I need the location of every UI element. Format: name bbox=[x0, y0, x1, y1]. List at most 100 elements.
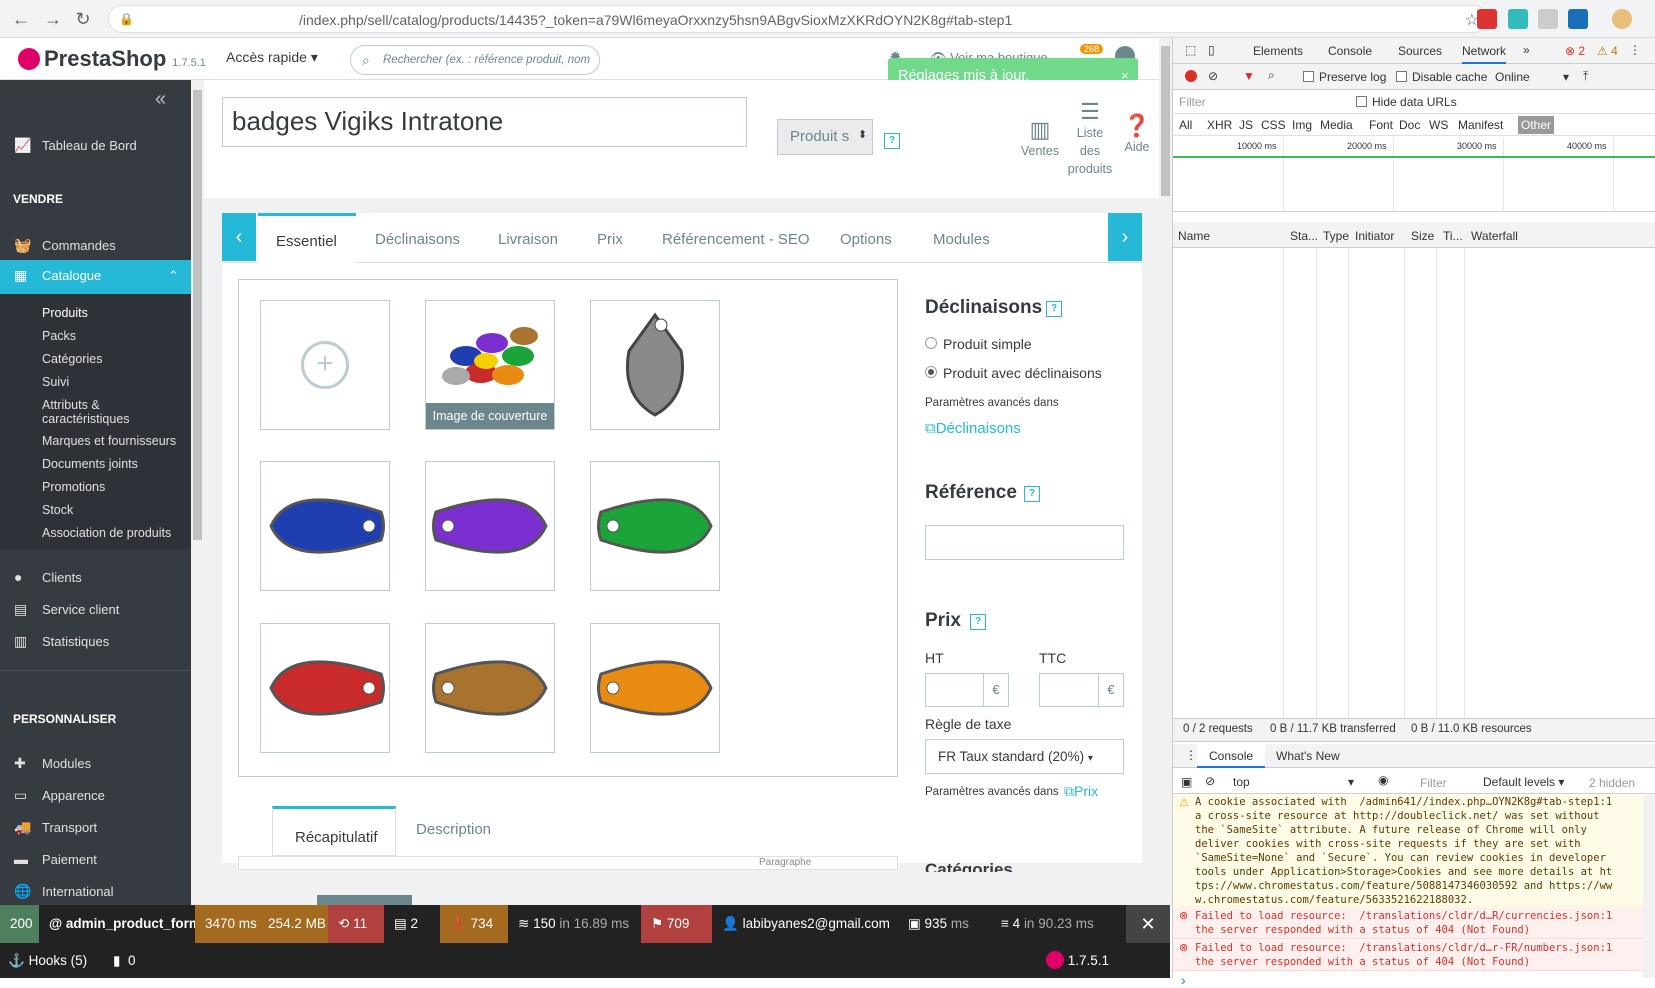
console-scrollbar[interactable] bbox=[1643, 795, 1655, 978]
drawer-menu-icon[interactable]: ⋮ bbox=[1185, 748, 1197, 762]
tabs-next-button[interactable]: › bbox=[1108, 213, 1142, 261]
clear-icon[interactable]: ⊘ bbox=[1208, 69, 1218, 83]
status-code[interactable]: 200 bbox=[0, 905, 39, 943]
add-image-button[interactable]: + bbox=[260, 300, 390, 430]
forms-panel[interactable]: ▤ 2 bbox=[384, 905, 440, 943]
clear-console-icon[interactable]: ⊘ bbox=[1205, 774, 1215, 788]
sidebar-item-orders[interactable]: 🧺 Commandes bbox=[0, 230, 191, 262]
sidebar-subitem-tracking[interactable]: Suivi bbox=[42, 375, 192, 389]
sidebar-item-modules[interactable]: ✚ Modules bbox=[0, 748, 191, 780]
symfony-panel[interactable]: ⟲ 11 bbox=[328, 905, 384, 943]
sidebar-subitem-files[interactable]: Documents joints bbox=[42, 457, 192, 471]
price-link[interactable]: ⧉Prix bbox=[1064, 783, 1098, 800]
tab-combinations[interactable]: Déclinaisons bbox=[375, 231, 460, 248]
console-filter-input[interactable]: Filter bbox=[1420, 776, 1447, 790]
hide-data-urls-checkbox[interactable] bbox=[1356, 96, 1367, 107]
more-tabs-icon[interactable]: » bbox=[1523, 43, 1530, 57]
sidebar-item-transport[interactable]: 🚚 Transport bbox=[0, 812, 191, 844]
filter-icon[interactable]: ▼ bbox=[1243, 69, 1255, 83]
type-filter-js[interactable]: JS bbox=[1239, 118, 1253, 132]
product-image[interactable] bbox=[590, 300, 720, 430]
close-toolbar-icon[interactable]: ✕ bbox=[1126, 905, 1170, 943]
price-ttc-input[interactable]: € bbox=[1039, 673, 1124, 707]
tab-description[interactable]: Description bbox=[416, 821, 491, 838]
sidebar-subitem-categories[interactable]: Catégories bbox=[42, 352, 192, 366]
forward-icon[interactable]: → bbox=[42, 8, 64, 30]
sidebar-subitem-brands[interactable]: Marques et fournisseurs bbox=[42, 434, 192, 448]
sidebar-item-catalog[interactable]: ▦ Catalogue ⌃ bbox=[0, 260, 191, 294]
reload-icon[interactable]: ↻ bbox=[72, 8, 94, 30]
product-image[interactable] bbox=[590, 623, 720, 753]
settings-icon[interactable]: ⋮ bbox=[1629, 43, 1641, 57]
column-waterfall[interactable]: Waterfall bbox=[1471, 229, 1518, 243]
devtools-tab-console[interactable]: Console bbox=[1328, 44, 1372, 58]
drawer-tab-console[interactable]: Console bbox=[1197, 744, 1266, 768]
editor-toolbar[interactable]: Paragraphe bbox=[238, 856, 898, 870]
devtools-tab-sources[interactable]: Sources bbox=[1398, 44, 1442, 58]
sidebar-subitem-products[interactable]: Produits bbox=[42, 306, 192, 320]
profile-avatar[interactable] bbox=[1612, 9, 1632, 29]
eye-icon[interactable]: ◉ bbox=[1378, 773, 1388, 787]
user-panel[interactable]: 👤 labibyanes2@gmail.com bbox=[712, 905, 898, 943]
main-scrollbar[interactable] bbox=[1159, 38, 1172, 905]
sidebar-scrollbar[interactable] bbox=[191, 80, 204, 905]
doctrine-panel[interactable]: ≋ 150 in 16.89 ms bbox=[508, 905, 641, 943]
tax-rule-select[interactable]: FR Taux standard (20%) ▾ bbox=[925, 739, 1124, 774]
type-filter-doc[interactable]: Doc bbox=[1399, 118, 1420, 132]
combinations-link[interactable]: ⧉Déclinaisons bbox=[925, 420, 1021, 437]
sidebar-subitem-association[interactable]: Association de produits bbox=[42, 526, 192, 540]
sidebar-item-appearance[interactable]: ▭ Apparence bbox=[0, 780, 191, 812]
help-icon[interactable]: ? bbox=[1046, 301, 1062, 317]
column-name[interactable]: Name bbox=[1178, 229, 1210, 243]
help-icon[interactable]: ? bbox=[884, 133, 900, 149]
product-image[interactable] bbox=[260, 623, 390, 753]
address-bar[interactable]: 🔒 /index.php/sell/catalog/products/14435… bbox=[108, 5, 1488, 33]
console-prompt[interactable]: › bbox=[1181, 972, 1186, 988]
disable-cache-checkbox[interactable] bbox=[1396, 71, 1407, 82]
sales-button[interactable]: ▥ Ventes bbox=[1013, 118, 1067, 160]
devtools-tab-elements[interactable]: Elements bbox=[1253, 44, 1303, 58]
record-icon[interactable] bbox=[1185, 70, 1197, 82]
tab-pricing[interactable]: Prix bbox=[597, 231, 623, 248]
performance-panel[interactable]: 3470 ms 254.2 MB bbox=[195, 905, 328, 943]
search-input[interactable]: ⌕ Rechercher (ex. : référence produit, no… bbox=[350, 45, 600, 75]
product-image[interactable] bbox=[260, 461, 390, 591]
quick-access-dropdown[interactable]: Accès rapide ▾ bbox=[226, 49, 318, 66]
product-image[interactable] bbox=[590, 461, 720, 591]
back-icon[interactable]: ← bbox=[10, 8, 32, 30]
twig-panel[interactable]: ▣ 935 ms bbox=[898, 905, 991, 943]
exceptions-panel[interactable]: ⚑ 709 bbox=[641, 905, 712, 943]
product-type-select[interactable]: Produit s ⬍ bbox=[777, 119, 873, 155]
column-initiator[interactable]: Initiator bbox=[1355, 229, 1394, 243]
warning-count[interactable]: ⚠ 4 bbox=[1597, 44, 1618, 58]
type-filter-all[interactable]: All bbox=[1179, 118, 1192, 132]
type-filter-manifest[interactable]: Manifest bbox=[1458, 118, 1503, 132]
devtools-tab-network[interactable]: Network bbox=[1462, 38, 1507, 64]
inspect-icon[interactable]: ⬚ bbox=[1185, 43, 1196, 57]
type-filter-ws[interactable]: WS bbox=[1429, 118, 1448, 132]
type-filter-other[interactable]: Other bbox=[1518, 116, 1555, 134]
extension-icon[interactable] bbox=[1538, 9, 1558, 29]
error-count[interactable]: ⊗ 2 bbox=[1565, 44, 1585, 58]
tab-summary[interactable]: Récapitulatif bbox=[272, 806, 396, 856]
sidebar-item-service[interactable]: ▤ Service client bbox=[0, 594, 191, 626]
reference-input[interactable] bbox=[925, 525, 1124, 560]
tabs-prev-button[interactable]: ‹ bbox=[222, 213, 256, 261]
sidebar-item-customers[interactable]: ● Clients bbox=[0, 562, 191, 594]
sidebar-toggle-icon[interactable]: ▣ bbox=[1181, 775, 1192, 789]
type-filter-img[interactable]: Img bbox=[1292, 118, 1312, 132]
extension-icon[interactable] bbox=[1477, 9, 1497, 29]
simple-product-radio[interactable] bbox=[925, 337, 937, 349]
sidebar-subitem-stock[interactable]: Stock bbox=[42, 503, 192, 517]
product-image[interactable] bbox=[425, 461, 555, 591]
column-status[interactable]: Sta... bbox=[1290, 229, 1318, 243]
product-image-cover[interactable]: Image de couverture bbox=[425, 300, 555, 430]
type-filter-css[interactable]: CSS bbox=[1261, 118, 1286, 132]
column-time[interactable]: Ti... bbox=[1443, 229, 1463, 243]
price-ht-input[interactable]: € bbox=[925, 673, 1009, 707]
route-name[interactable]: @ admin_product_form bbox=[39, 905, 201, 943]
drawer-tab-whats-new[interactable]: What's New bbox=[1276, 749, 1340, 763]
legacy-panel[interactable]: ▮ 0 bbox=[113, 943, 135, 978]
warnings-panel[interactable]: ❗ 734 bbox=[440, 905, 508, 943]
product-list-button[interactable]: ☰ Liste des produits bbox=[1062, 100, 1118, 178]
